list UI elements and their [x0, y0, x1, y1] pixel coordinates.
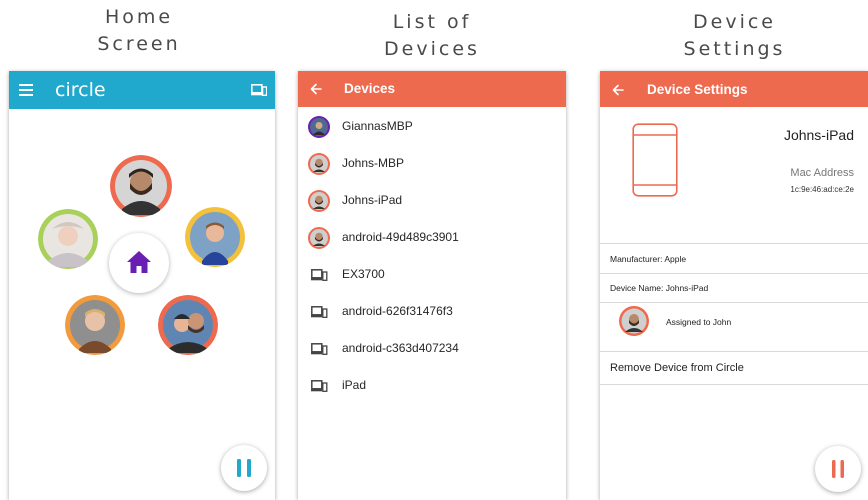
caption-line: Home — [104, 6, 174, 28]
avatar — [308, 116, 330, 138]
device-name: Johns-iPad — [342, 193, 403, 207]
caption-settings: Device Settings — [672, 9, 797, 63]
remove-device-button[interactable]: Remove Device from Circle — [600, 352, 868, 384]
profile-avatar[interactable] — [110, 155, 172, 217]
menu-icon[interactable] — [19, 84, 33, 96]
device-settings-screen: Device Settings Johns-iPad Mac Address 1… — [600, 71, 868, 500]
device-row[interactable]: android-49d489c3901 — [298, 222, 566, 259]
devices-icon — [308, 264, 330, 286]
devices-icon — [308, 338, 330, 360]
back-arrow-icon[interactable] — [612, 84, 624, 96]
device-name: android-626f31476f3 — [342, 304, 453, 318]
device-row[interactable]: GiannasMBP — [298, 111, 566, 148]
profile-avatar[interactable] — [158, 295, 218, 355]
device-row[interactable]: EX3700 — [298, 259, 566, 296]
device-name-row: Device Name: Johns-iPad — [610, 283, 709, 293]
devices-icon[interactable] — [251, 84, 267, 96]
divider — [600, 243, 868, 244]
page-title: Device Settings — [647, 82, 748, 97]
profile-avatar[interactable] — [65, 295, 125, 355]
pause-button[interactable] — [221, 445, 267, 491]
avatar — [308, 190, 330, 212]
pause-button[interactable] — [815, 446, 861, 492]
page-title: Devices — [344, 81, 396, 96]
device-row[interactable]: Johns-MBP — [298, 148, 566, 185]
device-name: android-c363d407234 — [342, 341, 459, 355]
assigned-to-label: Assigned to John — [666, 317, 732, 327]
device-row[interactable]: android-c363d407234 — [298, 333, 566, 370]
device-name: android-49d489c3901 — [342, 230, 459, 244]
assigned-user-row[interactable]: Assigned to John — [600, 303, 868, 341]
pause-icon — [237, 459, 251, 477]
app-bar: Devices — [298, 71, 566, 107]
caption-line: Devices — [384, 38, 480, 60]
manufacturer-row: Manufacturer: Apple — [610, 254, 687, 264]
home-icon — [126, 250, 152, 274]
device-row[interactable]: android-626f31476f3 — [298, 296, 566, 333]
device-name-heading: Johns-iPad — [783, 127, 854, 143]
devices-screen: Devices GiannasMBP Johns-MBP Johns-iPad … — [298, 71, 566, 500]
divider — [600, 384, 868, 385]
device-row[interactable]: iPad — [298, 370, 566, 407]
avatar — [308, 227, 330, 249]
remove-device-label: Remove Device from Circle — [610, 362, 744, 374]
mac-address-label: Mac Address — [790, 167, 854, 179]
devices-icon — [308, 375, 330, 397]
caption-list: List of Devices — [372, 9, 492, 63]
back-arrow-icon[interactable] — [310, 83, 322, 95]
device-name: GiannasMBP — [342, 119, 413, 133]
devices-icon — [308, 301, 330, 323]
app-bar: Device Settings — [600, 71, 868, 107]
caption-line: List of — [392, 11, 472, 33]
device-name: EX3700 — [342, 267, 385, 281]
tablet-icon — [632, 123, 678, 197]
caption-home: Home Screen — [84, 4, 194, 58]
app-bar: circle — [9, 71, 275, 109]
home-screen: circle — [9, 71, 275, 500]
device-row[interactable]: Johns-iPad — [298, 185, 566, 222]
device-name: Johns-MBP — [342, 156, 405, 170]
avatar — [308, 153, 330, 175]
caption-line: Device — [693, 11, 776, 33]
profile-avatar[interactable] — [38, 209, 98, 269]
mac-address-value: 1c:9e:46:ad:ce:2e — [790, 185, 854, 194]
home-button[interactable] — [109, 233, 169, 293]
caption-line: Settings — [683, 38, 786, 60]
divider — [600, 273, 868, 274]
avatar — [619, 306, 649, 336]
caption-line: Screen — [97, 33, 181, 55]
profile-avatar[interactable] — [185, 207, 245, 267]
app-logo: circle — [55, 79, 106, 101]
device-name: iPad — [342, 378, 367, 392]
pause-icon — [832, 460, 844, 478]
